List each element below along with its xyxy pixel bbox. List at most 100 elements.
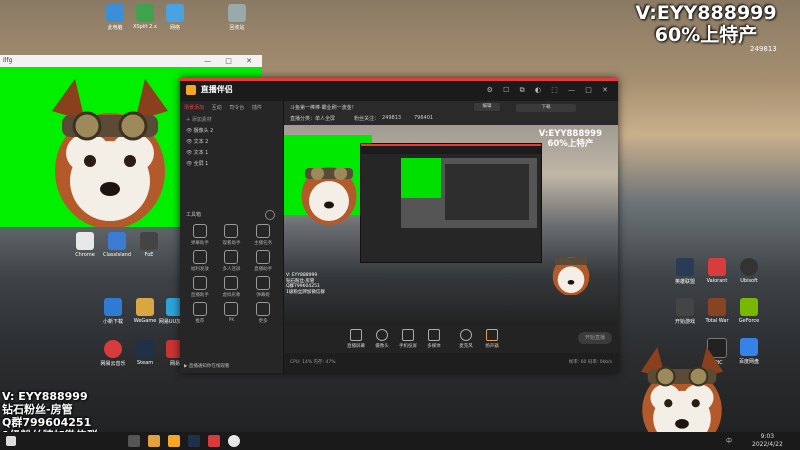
desktop-icon-this-pc[interactable]: 此电脑: [98, 4, 132, 31]
toolbox-grid: 弹幕助手 观看助手 主播任务 福利发放 多人连屏 直播助手 直播助手 虚拟形象 …: [180, 220, 283, 328]
source-item[interactable]: 👁 全屏 1: [180, 159, 283, 170]
geforce-icon: [740, 298, 758, 316]
tool-item[interactable]: 福利发放: [184, 250, 216, 272]
tool-icon: [192, 302, 207, 316]
tool-item[interactable]: 虚拟形象: [216, 276, 248, 298]
stream-preview[interactable]: V:EYY888999 60%上特产 V: EYY888999 钻石粉丝·房管 …: [284, 125, 618, 325]
tool-item[interactable]: 直播助手: [184, 276, 216, 298]
source-item[interactable]: 👁 摄像头 2: [180, 126, 283, 137]
streaming-app-window[interactable]: 直播伴侣 ⚙ ☐ ⧉ ◐ ⬚ — □ ✕ 场景添加 互动 司令台 插件 + 添加…: [180, 78, 618, 373]
speaker-button[interactable]: 扬声器: [480, 329, 504, 349]
desktop-icon-download[interactable]: 小新下载: [96, 298, 130, 325]
desktop-icon-wegame[interactable]: WeGame: [128, 298, 162, 324]
window-controls[interactable]: — □ ✕: [204, 55, 258, 67]
red-panda-image: [52, 79, 168, 227]
clock[interactable]: 9:03 2022/4/22: [752, 433, 783, 449]
microphone-icon: [460, 329, 472, 341]
monitor-icon: [350, 329, 362, 341]
desktop-icon-foe[interactable]: FoE: [132, 232, 166, 258]
tool-item[interactable]: PK: [216, 302, 248, 324]
preview-red-panda: [301, 167, 357, 225]
eye-icon[interactable]: 👁: [186, 137, 192, 148]
fans-label: 粉丝关注：: [354, 116, 380, 122]
source-item[interactable]: 👁 文本 1: [180, 148, 283, 159]
tool-item[interactable]: 弹幕助手: [184, 224, 216, 246]
windows-start-icon[interactable]: [6, 436, 16, 446]
computer-icon: [106, 4, 124, 22]
edit-button[interactable]: 编辑: [474, 103, 500, 111]
eye-icon[interactable]: 👁: [186, 159, 192, 170]
desktop-icon-ubisoft[interactable]: Ubisoft: [732, 258, 766, 284]
tool-item[interactable]: 推荐: [184, 302, 216, 324]
desktop-icon-geforce[interactable]: GeForce: [732, 298, 766, 324]
desktop-icon-recycle-bin[interactable]: 回收站: [220, 4, 254, 31]
stream-title: 斗鱼第一棒棒·霸业刷一波金！: [290, 105, 357, 111]
network-icon: [166, 4, 184, 22]
media-button[interactable]: 多媒体: [422, 329, 446, 349]
tool-icon: [192, 250, 207, 264]
tool-item[interactable]: 直播助手: [247, 250, 279, 272]
eye-icon[interactable]: 👁: [186, 126, 192, 137]
desktop-icon-start-game[interactable]: 开始游戏: [668, 298, 702, 325]
stream-info-bar: 斗鱼第一棒棒·霸业刷一波金！ 编辑 下载 直播分类：单人全屏 粉丝关注： 249…: [284, 101, 618, 125]
desktop-icon-classisland[interactable]: ClassIsland: [100, 232, 134, 258]
game-icon: [676, 258, 694, 276]
play-icon: [428, 329, 440, 341]
preview-overlay-title: V:EYY888999 60%上特产: [538, 129, 602, 149]
source-item[interactable]: 👁 文本 2: [180, 137, 283, 148]
steam-icon: [136, 340, 154, 358]
desktop-icon-netease-music[interactable]: 网易云音乐: [96, 340, 130, 367]
desktop-icon-steam[interactable]: Steam: [128, 340, 162, 366]
phone-cast-button[interactable]: 手机投屏: [396, 329, 420, 349]
taskbar-app-icon[interactable]: [128, 435, 140, 447]
microphone-button[interactable]: 麦克风: [454, 329, 478, 349]
nested-app-preview: [360, 143, 542, 263]
overlay-contact: V:EYY888999 60%上特产: [635, 2, 777, 46]
start-live-button[interactable]: 开始直播: [578, 332, 612, 344]
desktop-icon-total-war[interactable]: Total War: [700, 298, 734, 324]
green-window-titlebar[interactable]: Ilfg — □ ✕: [0, 55, 262, 67]
tool-item[interactable]: 主播任务: [247, 224, 279, 246]
tab-scene[interactable]: 场景添加: [184, 105, 204, 111]
cloud-icon: [740, 338, 758, 356]
streaming-app-icon[interactable]: [168, 435, 180, 447]
window-controls[interactable]: ⚙ ☐ ⧉ ◐ ⬚ — □ ✕: [487, 86, 612, 95]
desktop-icon-baidu[interactable]: 百度网盘: [732, 338, 766, 365]
tool-item[interactable]: 弹幕姬: [247, 276, 279, 298]
input-language[interactable]: 中: [726, 436, 732, 445]
overlay-room-id: 249813: [750, 45, 777, 53]
ubisoft-icon: [740, 258, 758, 276]
steam-icon[interactable]: [188, 435, 200, 447]
tab-plugin[interactable]: 插件: [252, 105, 262, 111]
more-icon[interactable]: [265, 210, 275, 220]
camera-button[interactable]: 摄像头: [370, 329, 394, 349]
music-icon[interactable]: [208, 435, 220, 447]
tool-item[interactable]: 更多: [247, 302, 279, 324]
desktop-icon-xsplit[interactable]: XSplit 2.x: [128, 4, 162, 30]
app-titlebar[interactable]: 直播伴侣 ⚙ ☐ ⧉ ◐ ⬚ — □ ✕: [180, 81, 618, 101]
tool-icon: [256, 276, 271, 290]
desktop-icon-chrome[interactable]: Chrome: [68, 232, 102, 258]
add-source-button[interactable]: + 添加素材: [180, 115, 283, 126]
preview-small-panda: [552, 257, 590, 295]
desktop-icon-valorant[interactable]: Valorant: [700, 258, 734, 284]
status-bar: CPU: 14% 内存: 47% 帧率: 60 码率: 0kb/s: [284, 353, 618, 373]
tool-item[interactable]: 观看助手: [216, 224, 248, 246]
game-icon: [708, 258, 726, 276]
chrome-icon[interactable]: [228, 435, 240, 447]
folder-icon[interactable]: [148, 435, 160, 447]
live-notice[interactable]: ▶ 直播通知你在线观看: [184, 363, 229, 369]
screen-share-button[interactable]: 直播屏幕: [344, 329, 368, 349]
game-icon: [708, 298, 726, 316]
eye-icon[interactable]: 👁: [186, 148, 192, 159]
desktop-icon-network[interactable]: 网络: [158, 4, 192, 31]
tool-item[interactable]: 多人连屏: [216, 250, 248, 272]
desktop-icon-lol[interactable]: 英雄联盟: [668, 258, 702, 285]
download-button[interactable]: 下载: [516, 104, 576, 112]
tab-interact[interactable]: 互动: [212, 105, 222, 111]
status-left: CPU: 14% 内存: 47%: [290, 360, 336, 365]
tab-command[interactable]: 司令台: [229, 105, 244, 111]
phone-icon: [402, 329, 414, 341]
camera-icon: [376, 329, 388, 341]
toolbox-title: 工具箱: [180, 210, 283, 220]
